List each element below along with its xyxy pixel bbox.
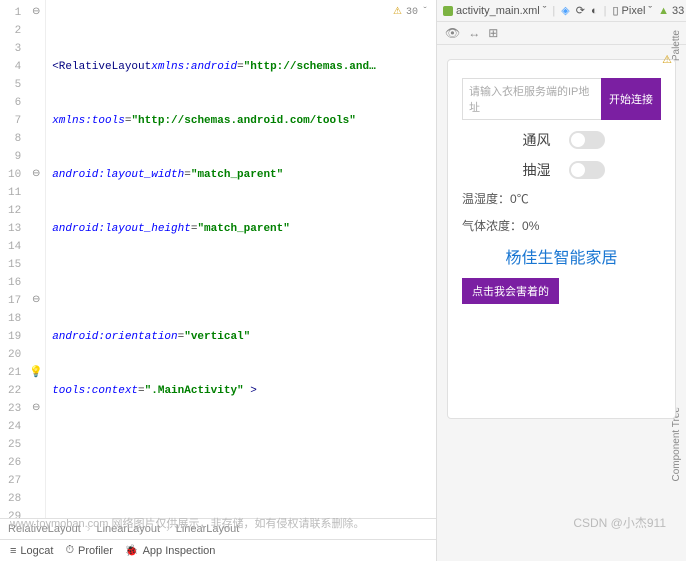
preview-canvas[interactable]: ⚠ 请输入衣柜服务端的IP地址 开始连接 通风 抽湿 温湿度：0℃ 气体浓度：0… [437,45,686,561]
connect-button[interactable]: 开始连接 [601,78,661,120]
gutter: 12345 678910 1112131415 1617181920 21222… [0,0,46,518]
device-frame: 请输入衣柜服务端的IP地址 开始连接 通风 抽湿 温湿度：0℃ 气体浓度：0% … [447,59,676,419]
orientation-icon[interactable]: ⟳ [576,4,585,17]
gas-readout: 气体浓度：0% [462,217,661,234]
chevron-down-icon: ˇ [543,5,547,17]
line-numbers: 12345 678910 1112131415 1617181920 21222… [0,0,27,518]
temperature-readout: 温湿度：0℃ [462,190,661,207]
bug-icon: 🐞 [125,544,139,557]
brand-title: 杨佳生智能家居 [462,244,661,268]
ip-input-field[interactable]: 请输入衣柜服务端的IP地址 [462,78,601,120]
shy-button[interactable]: 点击我会害着的 [462,278,559,304]
android-icon: ▲ [658,5,669,17]
eye-icon[interactable]: 👁 [445,26,460,40]
watermark-right: CSDN @小杰911 [573,514,666,531]
warning-count: 30 [406,4,418,22]
logcat-icon: ≡ [10,545,16,557]
intention-bulb-icon[interactable]: 💡 [27,364,45,382]
code-editor-pane: 12345 678910 1112131415 1617181920 21222… [0,0,436,561]
tab-logcat[interactable]: ≡Logcat [10,545,53,557]
inspection-summary[interactable]: ⚠ 30 ˇ [393,4,428,22]
phone-icon: ▯ [612,4,618,17]
gutter-fold-marks[interactable]: ⊖ ⊖ ⊖ 💡⊖ [27,0,45,518]
design-preview-pane: Palette Component Tree activity_main.xml… [436,0,686,561]
render-warning-icon[interactable]: ⚠ [662,53,672,66]
view-options-bar: 👁 ↔ ⊞ [437,22,686,45]
switch-label-dehum: 抽湿 [519,160,551,180]
chevron-icon: ˇ [422,4,428,22]
xml-file-icon [443,6,453,16]
warning-icon: ⚠ [393,4,402,22]
api-selector[interactable]: ▲ 33ˇ [658,5,686,17]
switch-label-vent: 通风 [519,130,551,150]
grid-icon[interactable]: ⊞ [488,26,498,40]
switch-vent[interactable] [569,131,605,149]
night-mode-icon[interactable]: ◐ [591,5,598,17]
switch-dehum[interactable] [569,161,605,179]
tab-app-inspection[interactable]: 🐞App Inspection [125,544,215,557]
watermark-left: www.toymoban.com 网络图片仅供展示，非存储，如有侵权请联系删除。 [10,515,364,531]
link-icon[interactable]: ↔ [468,26,480,40]
design-toolbar: activity_main.xml ˇ | ◈ ⟳ ◐ | ▯ Pixelˇ ▲… [437,0,686,22]
design-surface-icon[interactable]: ◈ [561,4,569,17]
layout-file-dropdown[interactable]: activity_main.xml ˇ [443,5,546,17]
tab-profiler[interactable]: ⏱Profiler [65,544,112,557]
tool-window-tabs: ≡Logcat ⏱Profiler 🐞App Inspection [0,539,436,561]
device-selector[interactable]: ▯ Pixelˇ [612,4,652,17]
profiler-icon: ⏱ [65,544,74,557]
code-content[interactable]: ⚠ 30 ˇ <RelativeLayout xmlns:android="ht… [46,0,436,518]
ip-row: 请输入衣柜服务端的IP地址 开始连接 [462,78,661,120]
chevron-down-icon: ˇ [648,5,652,17]
